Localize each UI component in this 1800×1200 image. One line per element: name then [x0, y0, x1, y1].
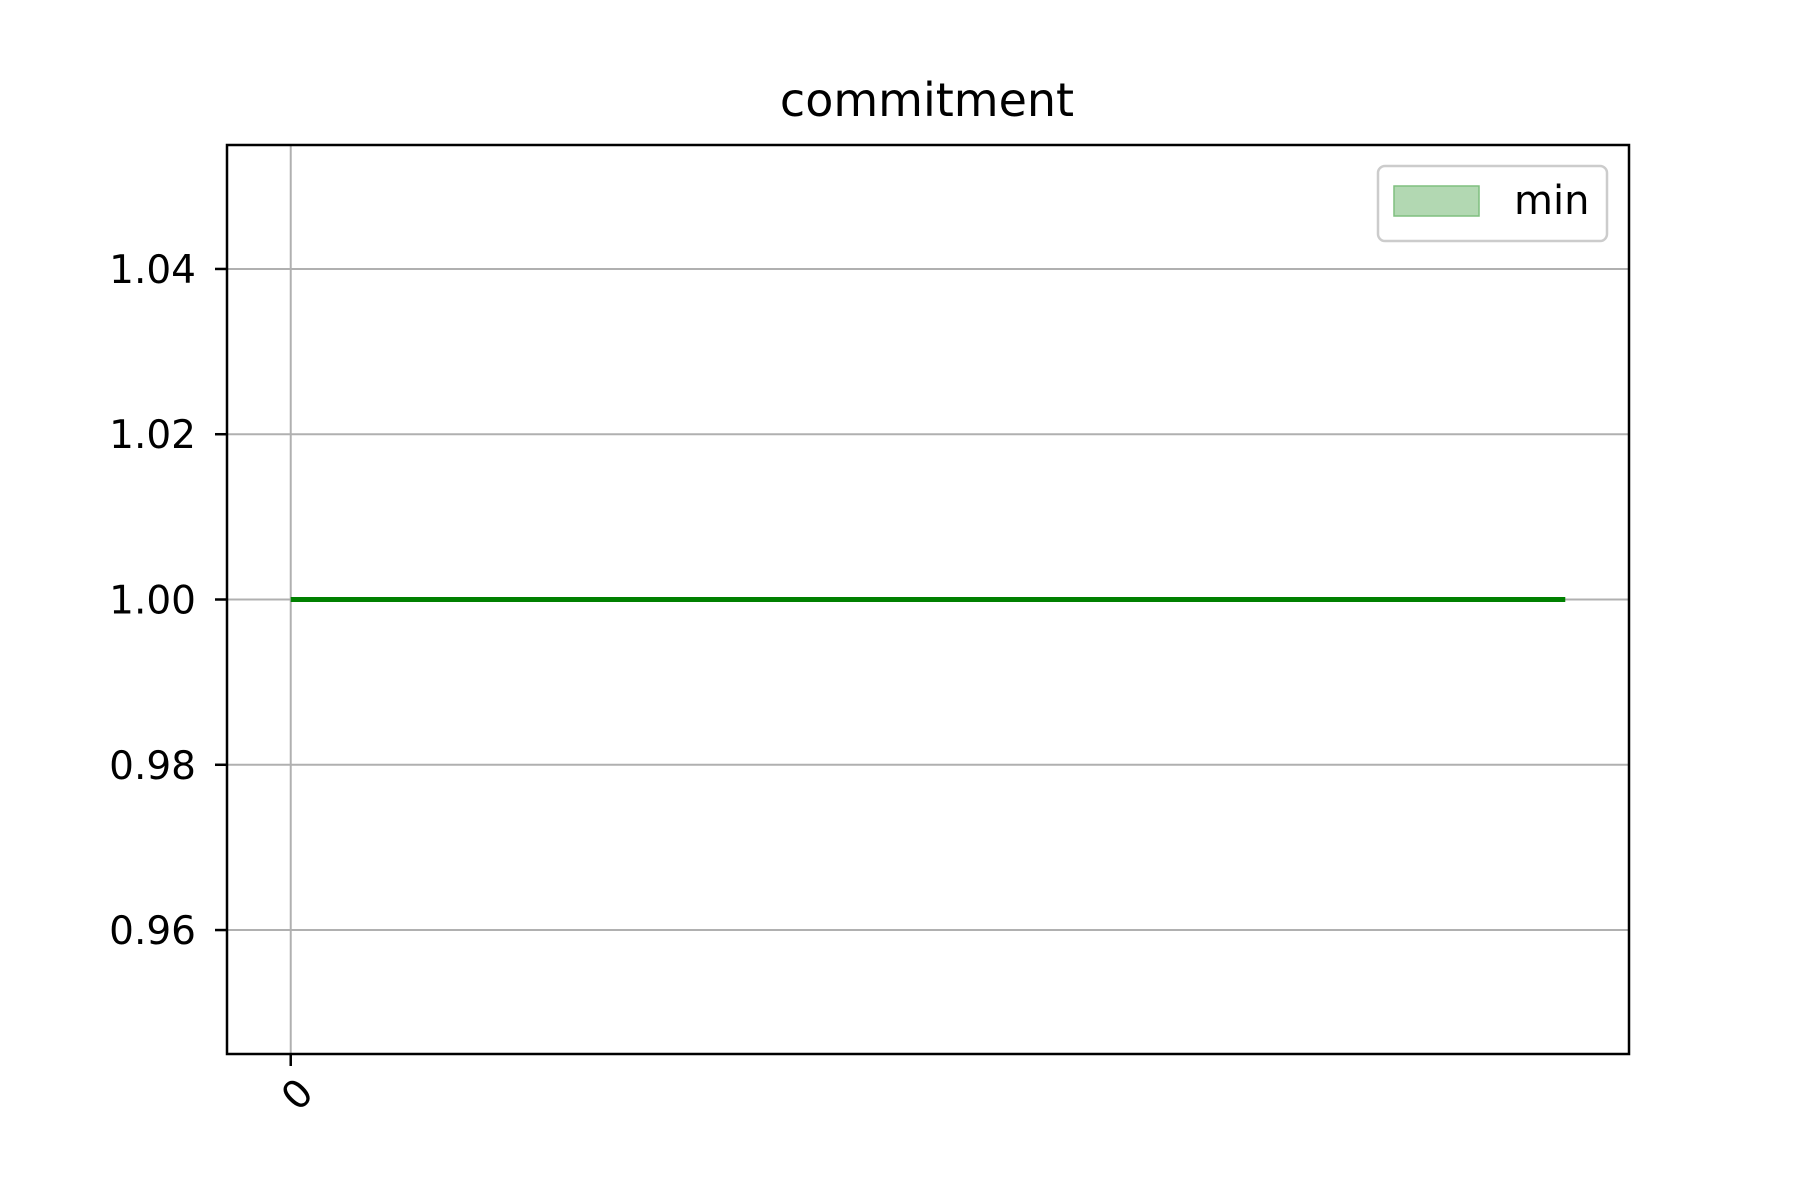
y-tick-label: 1.04: [109, 248, 196, 293]
y-tick-label: 0.98: [109, 744, 196, 789]
y-tick-label: 1.02: [109, 413, 196, 458]
legend-swatch-min: [1393, 185, 1480, 217]
y-tick-label: 0.96: [109, 909, 196, 954]
chart: commitment 0.960.981.001.021.04 0 min: [0, 0, 1800, 1200]
y-tick-label: 1.00: [109, 579, 196, 624]
chart-title: commitment: [780, 73, 1074, 127]
legend-label-min: min: [1514, 178, 1589, 224]
legend: min: [1376, 164, 1609, 243]
